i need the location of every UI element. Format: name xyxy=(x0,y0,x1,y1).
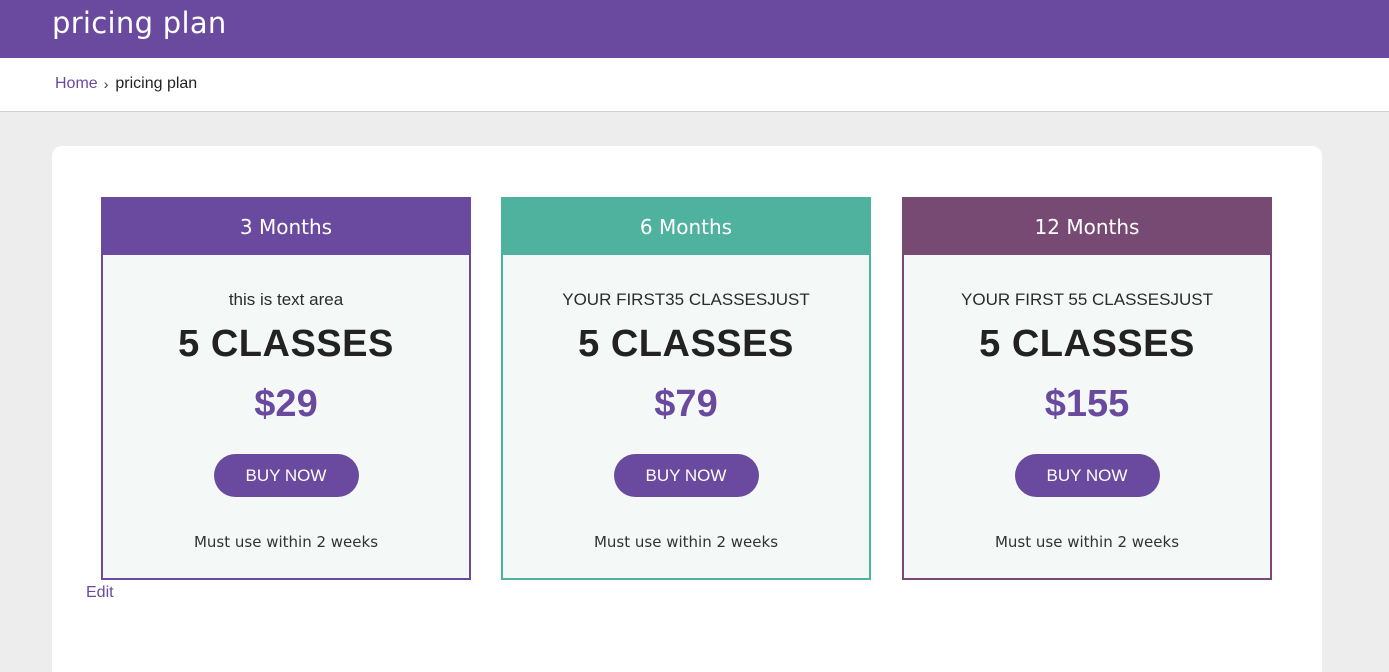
plan-classes: 5 CLASSES xyxy=(578,323,794,365)
page-header: pricing plan xyxy=(0,0,1389,58)
breadcrumb: Home › pricing plan xyxy=(55,75,197,93)
pricing-card-12-months: 12 Months YOUR FIRST 55 CLASSESJUST 5 CL… xyxy=(902,197,1272,580)
buy-now-button[interactable]: BUY NOW xyxy=(213,454,359,497)
plan-note: Must use within 2 weeks xyxy=(994,533,1180,551)
edit-link[interactable]: Edit xyxy=(86,584,114,602)
pricing-card-header: 6 Months xyxy=(503,199,869,255)
plan-subtitle: this is text area xyxy=(228,290,344,309)
pricing-card-body: this is text area 5 CLASSES $29 BUY NOW … xyxy=(103,290,469,551)
plan-classes: 5 CLASSES xyxy=(178,323,394,365)
plan-note: Must use within 2 weeks xyxy=(193,533,379,551)
plan-price: $155 xyxy=(1044,383,1130,425)
breadcrumb-bar: Home › pricing plan xyxy=(0,58,1389,112)
breadcrumb-home-link[interactable]: Home xyxy=(55,75,98,93)
plan-subtitle: YOUR FIRST35 CLASSESJUST xyxy=(562,290,810,309)
pricing-card-header: 3 Months xyxy=(103,199,469,255)
pricing-card-6-months: 6 Months YOUR FIRST35 CLASSESJUST 5 CLAS… xyxy=(501,197,871,580)
pricing-card-body: YOUR FIRST35 CLASSESJUST 5 CLASSES $79 B… xyxy=(503,290,869,551)
plan-name: 6 Months xyxy=(639,215,733,239)
pricing-card-header: 12 Months xyxy=(904,199,1270,255)
page-title: pricing plan xyxy=(52,6,227,40)
plan-price: $79 xyxy=(654,383,718,425)
pricing-panel: 3 Months this is text area 5 CLASSES $29… xyxy=(52,146,1322,672)
buy-now-button[interactable]: BUY NOW xyxy=(613,454,759,497)
plan-price: $29 xyxy=(254,383,318,425)
chevron-right-icon: › xyxy=(103,76,109,92)
pricing-card-body: YOUR FIRST 55 CLASSESJUST 5 CLASSES $155… xyxy=(904,290,1270,551)
pricing-card-3-months: 3 Months this is text area 5 CLASSES $29… xyxy=(101,197,471,580)
buy-now-button[interactable]: BUY NOW xyxy=(1014,454,1160,497)
breadcrumb-current: pricing plan xyxy=(115,75,198,92)
plan-name: 3 Months xyxy=(239,215,333,239)
plan-name: 12 Months xyxy=(1034,215,1140,239)
plan-note: Must use within 2 weeks xyxy=(593,533,779,551)
plan-classes: 5 CLASSES xyxy=(979,323,1195,365)
plan-subtitle: YOUR FIRST 55 CLASSESJUST xyxy=(961,290,1213,309)
